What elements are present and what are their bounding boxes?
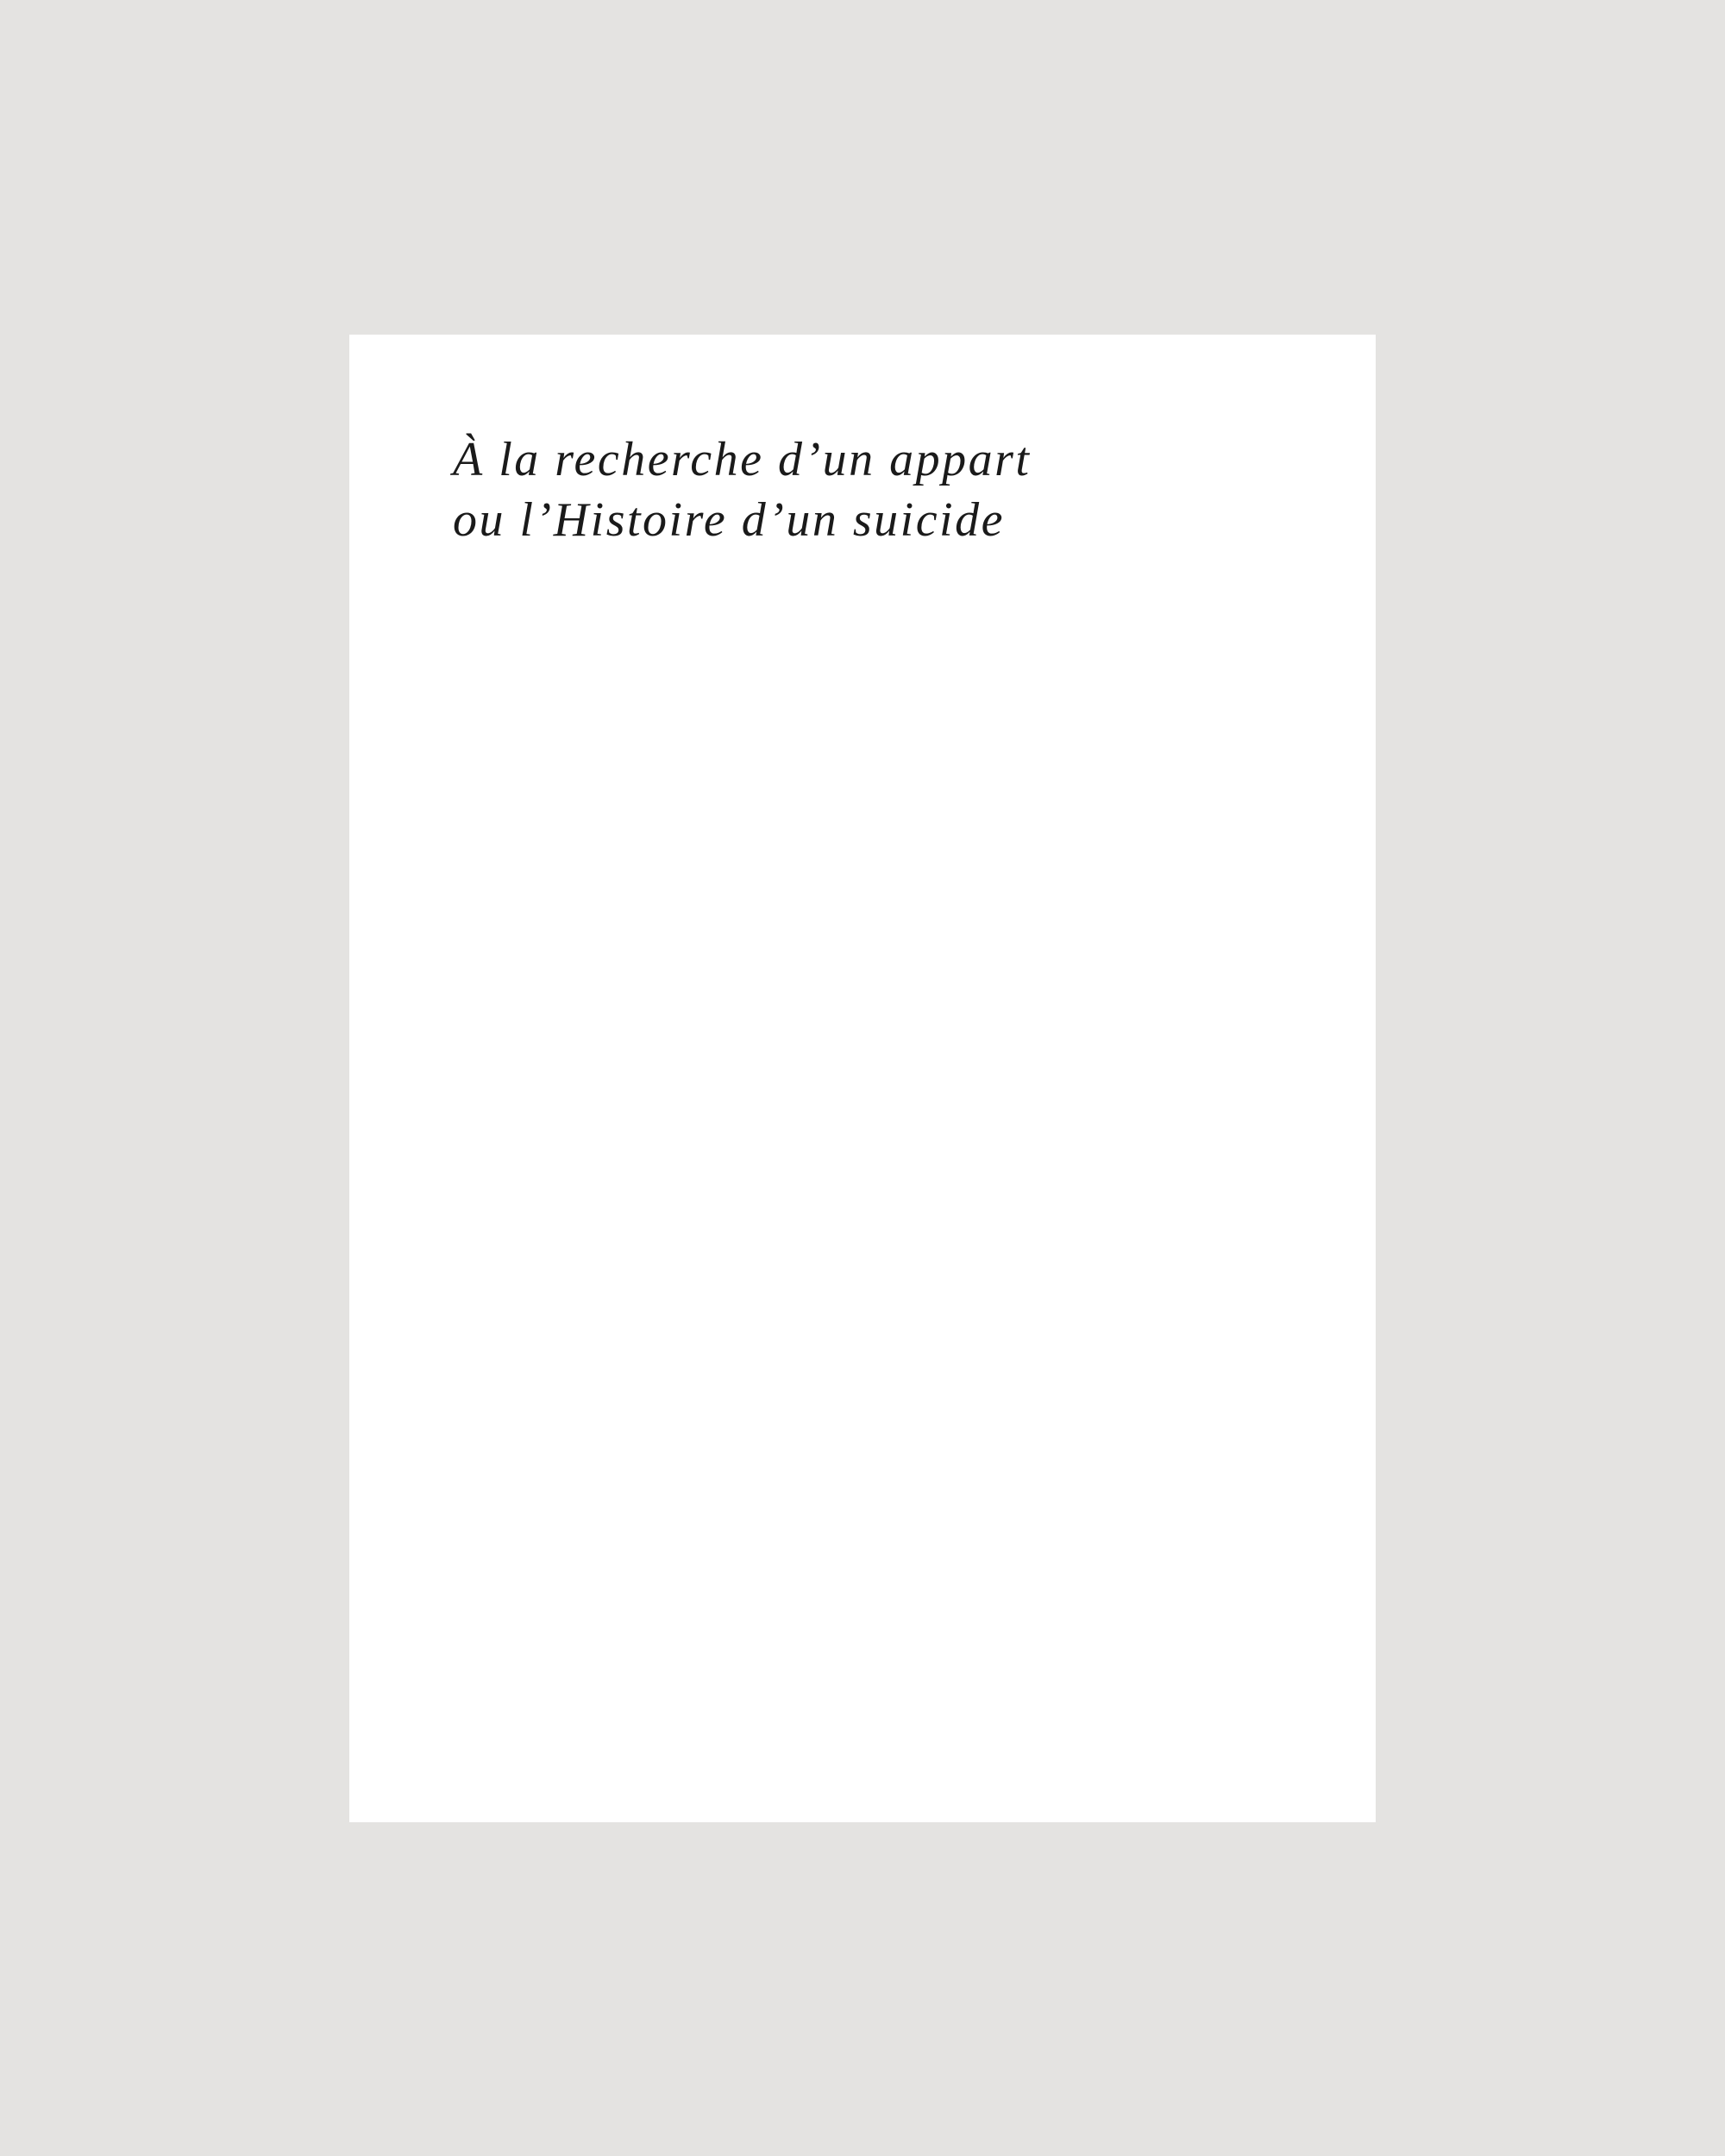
page-background: { "document": { "title_lines": [ "À la r… <box>0 0 1725 2156</box>
document-page: À la recherche d’un appart ou l’Histoire… <box>349 335 1376 1822</box>
document-title: À la recherche d’un appart ou l’Histoire… <box>453 429 1031 550</box>
title-line-2: ou l’Histoire d’un suicide <box>453 493 1005 547</box>
title-line-1: À la recherche d’un appart <box>453 433 1032 486</box>
